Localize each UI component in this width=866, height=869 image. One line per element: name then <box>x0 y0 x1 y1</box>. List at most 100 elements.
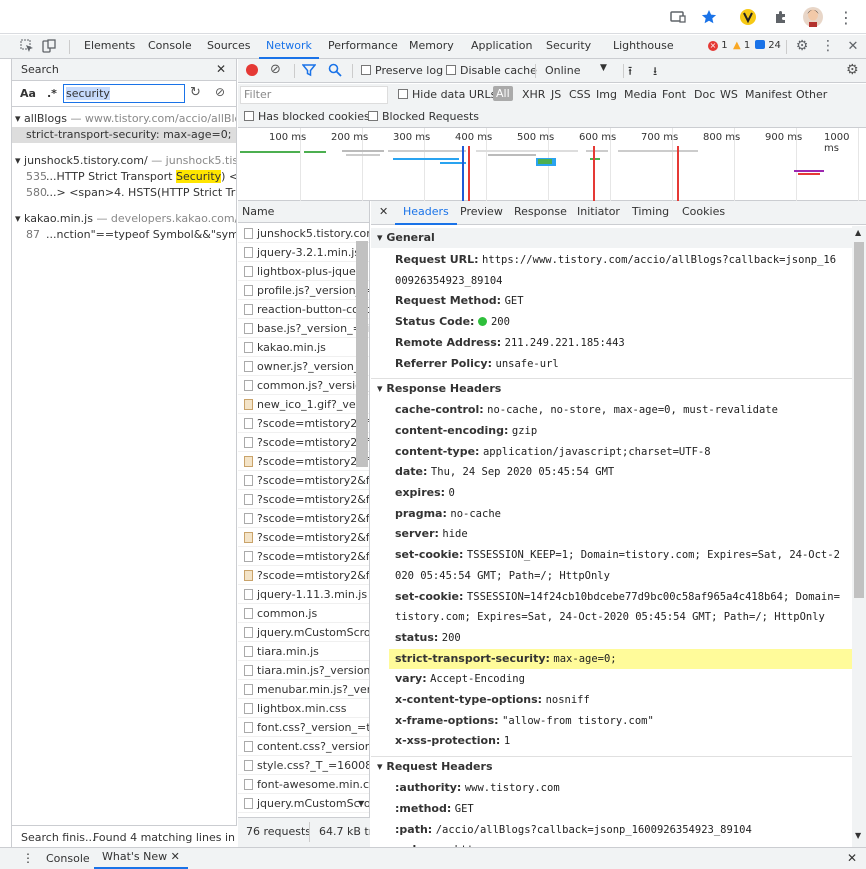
close-tab-icon[interactable]: ✕ <box>171 850 180 863</box>
request-row[interactable]: ?scode=mtistory2&fname <box>238 433 369 452</box>
tab-security[interactable]: Security <box>546 35 591 59</box>
drawer-tab-whats-new[interactable]: What's New ✕ <box>94 848 188 869</box>
refresh-icon[interactable]: ↻ <box>190 85 201 100</box>
warning-count[interactable]: ▲ 1 <box>733 40 750 51</box>
request-row[interactable]: jquery-3.2.1.min.js <box>238 243 369 262</box>
request-row[interactable]: ?scode=mtistory2&fname <box>238 471 369 490</box>
tab-preview[interactable]: Preview <box>460 201 503 225</box>
filter-type-manifest[interactable]: Manifest <box>745 88 792 101</box>
name-column-header[interactable]: Name <box>238 201 369 223</box>
result-line[interactable]: strict-transport-security: max-age=0; <box>12 127 236 143</box>
match-case-button[interactable]: Aa <box>20 87 36 100</box>
filter-type-ws[interactable]: WS <box>720 88 738 101</box>
request-row[interactable]: menubar.min.js?_version_ <box>238 680 369 699</box>
filter-type-doc[interactable]: Doc <box>694 88 715 101</box>
request-row[interactable]: jquery-1.11.3.min.js <box>238 585 369 604</box>
request-row[interactable]: font.css?_version_=tistory <box>238 718 369 737</box>
tab-timing[interactable]: Timing <box>632 201 669 225</box>
clear-log-icon[interactable]: ⊘ <box>270 62 281 77</box>
request-row[interactable]: jquery.mCustomScrollbar <box>238 623 369 642</box>
result-file[interactable]: ▾ kakao.min.js — developers.kakao.com/sd… <box>12 211 236 227</box>
message-count[interactable]: 24 <box>755 40 781 51</box>
tab-sources[interactable]: Sources <box>207 35 251 59</box>
request-row[interactable]: owner.js?_version_= <box>238 357 369 376</box>
filter-type-other[interactable]: Other <box>796 88 827 101</box>
request-row[interactable]: tiara.min.js <box>238 642 369 661</box>
cast-icon[interactable] <box>668 7 688 27</box>
tab-lighthouse[interactable]: Lighthouse <box>613 35 674 59</box>
search-input[interactable]: security <box>63 84 185 103</box>
request-row[interactable]: content.css?_version_ <box>238 737 369 756</box>
filter-input[interactable]: Filter <box>240 86 388 104</box>
blocked-requests-checkbox[interactable]: Blocked Requests <box>368 110 479 123</box>
request-row[interactable]: base.js?_version_=tistory <box>238 319 369 338</box>
filter-type-css[interactable]: CSS <box>569 88 591 101</box>
chevron-down-icon[interactable]: ▼ <box>600 63 607 73</box>
record-icon[interactable] <box>246 64 258 76</box>
drawer-tab-console[interactable]: Console <box>46 852 90 865</box>
scrollbar-thumb[interactable] <box>854 242 864 598</box>
has-blocked-cookies-checkbox[interactable]: Has blocked cookies <box>244 110 370 123</box>
filter-type-font[interactable]: Font <box>662 88 686 101</box>
request-row[interactable]: ?scode=mtistory2&fname <box>238 547 369 566</box>
request-row[interactable]: common.js <box>238 604 369 623</box>
clear-icon[interactable]: ⊘ <box>215 85 225 99</box>
tab-performance[interactable]: Performance <box>328 35 398 59</box>
request-headers-section-header[interactable]: ▾ Request Headers <box>371 756 852 776</box>
filter-type-media[interactable]: Media <box>624 88 657 101</box>
scroll-up-icon[interactable]: ▲ <box>855 228 861 237</box>
import-har-icon[interactable]: ⭱ <box>628 62 632 83</box>
request-row[interactable]: ?scode=mtistory2&fname <box>238 414 369 433</box>
request-row[interactable]: ?scode=mtistory2&fname <box>238 509 369 528</box>
request-row[interactable]: lightbox-plus-jquery.min.js <box>238 262 369 281</box>
extension-v-icon[interactable] <box>738 7 758 27</box>
tab-memory[interactable]: Memory <box>409 35 454 59</box>
request-row[interactable]: junshock5.tistory.com/ <box>238 224 369 243</box>
error-count[interactable]: × 1 <box>708 40 728 51</box>
tab-response[interactable]: Response <box>514 201 567 225</box>
request-row[interactable]: ?scode=mtistory2&fname <box>238 452 369 471</box>
tab-application[interactable]: Application <box>471 35 532 59</box>
settings-gear-icon[interactable]: ⚙ <box>794 38 810 54</box>
request-row[interactable]: reaction-button-container.min.js <box>238 300 369 319</box>
scrollbar-thumb[interactable] <box>356 241 368 467</box>
network-settings-icon[interactable]: ⚙ <box>846 62 859 78</box>
preserve-log-checkbox[interactable]: Preserve log <box>361 64 443 77</box>
request-row[interactable]: common.js?_version_ <box>238 376 369 395</box>
request-row[interactable]: ?scode=mtistory2&fname <box>238 528 369 547</box>
general-section-header[interactable]: ▾ General <box>371 228 852 248</box>
hide-data-urls-checkbox[interactable]: Hide data URLs <box>398 88 496 101</box>
filter-icon[interactable] <box>301 63 317 80</box>
search-icon[interactable] <box>328 63 342 80</box>
tab-initiator[interactable]: Initiator <box>577 201 620 225</box>
request-row[interactable]: new_ico_1.gif?_version_ <box>238 395 369 414</box>
more-options-icon[interactable]: ⋮ <box>820 38 836 54</box>
close-drawer-icon[interactable]: ✕ <box>847 851 857 865</box>
throttle-select[interactable]: Online <box>545 64 580 77</box>
tab-headers[interactable]: Headers <box>395 201 457 225</box>
result-line[interactable]: 580...> <span>4. HSTS(HTTP Strict Trans.… <box>12 185 236 201</box>
result-file[interactable]: ▾ allBlogs — www.tistory.com/accio/allBl… <box>12 111 236 127</box>
tab-cookies[interactable]: Cookies <box>682 201 725 225</box>
export-har-icon[interactable]: ⭳ <box>653 62 657 83</box>
network-overview[interactable]: 100 ms 200 ms 300 ms 400 ms 500 ms 600 m… <box>238 128 866 201</box>
inspect-element-icon[interactable] <box>19 38 35 54</box>
scroll-down-icon[interactable]: ▼ <box>855 831 861 840</box>
tab-console[interactable]: Console <box>148 35 192 59</box>
filter-type-xhr[interactable]: XHR <box>522 88 545 101</box>
profile-avatar[interactable] <box>803 7 823 27</box>
tab-network[interactable]: Network <box>259 35 319 59</box>
result-line[interactable]: 87...nction"==typeof Symbol&&"symbol... <box>12 227 236 243</box>
filter-type-all[interactable]: All <box>493 86 513 101</box>
device-toolbar-icon[interactable] <box>41 38 57 54</box>
close-devtools-icon[interactable]: ✕ <box>845 38 861 54</box>
request-row[interactable]: ?scode=mtistory2&fname <box>238 490 369 509</box>
result-file[interactable]: ▾ junshock5.tistory.com/ — junshock5.tis… <box>12 153 236 169</box>
more-icon[interactable]: ⋮ <box>836 7 856 27</box>
star-icon[interactable] <box>699 7 719 27</box>
filter-type-img[interactable]: Img <box>596 88 617 101</box>
request-row[interactable]: ?scode=mtistory2&fname <box>238 566 369 585</box>
response-headers-section-header[interactable]: ▾ Response Headers <box>371 378 852 398</box>
request-row[interactable]: tiara.min.js?_version_ <box>238 661 369 680</box>
disable-cache-checkbox[interactable]: Disable cache <box>446 64 537 77</box>
